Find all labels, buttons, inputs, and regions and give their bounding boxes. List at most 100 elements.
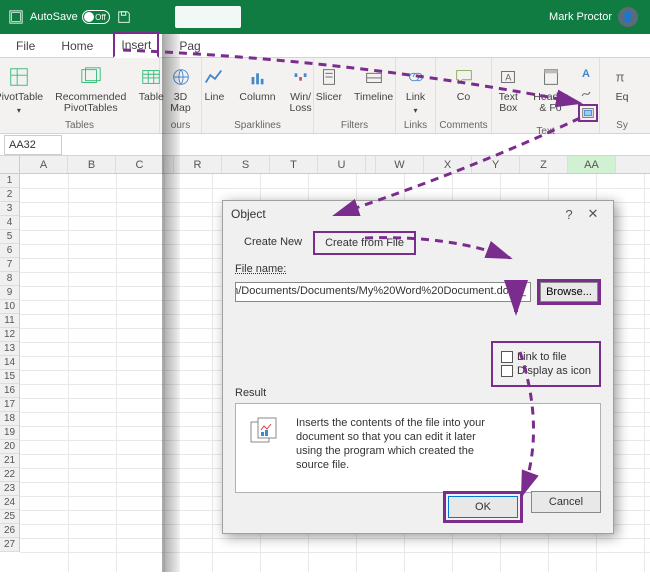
close-button[interactable]: ✕ (581, 206, 605, 222)
link-button[interactable]: Link▾ (399, 62, 433, 118)
result-label: Result (235, 387, 601, 399)
row-header[interactable]: 13 (0, 342, 19, 356)
dialog-title: Object (231, 207, 266, 221)
checkbox-icon (501, 365, 513, 377)
wordart-icon[interactable]: A (578, 64, 598, 82)
autosave-toggle[interactable]: AutoSave Off (30, 10, 110, 24)
row-header[interactable]: 1 (0, 174, 19, 188)
row-header[interactable]: 6 (0, 244, 19, 258)
comment-button[interactable]: Co (447, 62, 481, 105)
select-all-corner[interactable] (0, 156, 20, 173)
row-header[interactable]: 3 (0, 202, 19, 216)
signature-icon[interactable] (578, 84, 598, 102)
row-header[interactable]: 19 (0, 426, 19, 440)
row-header[interactable]: 18 (0, 412, 19, 426)
row-header[interactable]: 8 (0, 272, 19, 286)
recommended-pivottables-button[interactable]: Recommended PivotTables (51, 62, 130, 116)
slicer-button[interactable]: Slicer (312, 62, 346, 105)
column-header[interactable]: S (222, 156, 270, 173)
object-button[interactable] (578, 104, 598, 122)
tab-insert[interactable]: Insert (113, 32, 159, 58)
row-header[interactable]: 21 (0, 454, 19, 468)
comment-icon (451, 64, 477, 90)
equation-button[interactable]: πEq (605, 62, 639, 105)
filename-label: File name: (235, 263, 601, 275)
equation-icon: π (609, 64, 635, 90)
filename-input[interactable]: _com/Documents/Documents/My%20Word%20Doc… (235, 282, 531, 302)
svg-text:π: π (616, 70, 625, 85)
column-header[interactable] (366, 156, 376, 173)
row-header[interactable]: 7 (0, 258, 19, 272)
sparkline-line-button[interactable]: Line (197, 62, 231, 105)
row-header[interactable]: 25 (0, 510, 19, 524)
line-icon (201, 64, 227, 90)
row-header[interactable]: 9 (0, 286, 19, 300)
row-header[interactable]: 17 (0, 398, 19, 412)
row-header[interactable]: 27 (0, 538, 19, 552)
column-header[interactable]: X (424, 156, 472, 173)
row-header[interactable]: 4 (0, 216, 19, 230)
column-header[interactable]: A (20, 156, 68, 173)
avatar: 👤 (618, 7, 638, 27)
row-header[interactable]: 24 (0, 496, 19, 510)
row-header[interactable]: 22 (0, 468, 19, 482)
dialog-titlebar[interactable]: Object ? ✕ (223, 201, 613, 227)
column-header[interactable]: Y (472, 156, 520, 173)
display-as-icon-checkbox[interactable]: Display as icon (501, 365, 591, 377)
user-account[interactable]: Mark Proctor 👤 (549, 7, 638, 27)
3dmap-button[interactable]: 3D Map (164, 62, 198, 116)
row-header[interactable]: 16 (0, 384, 19, 398)
tab-home[interactable]: Home (55, 35, 99, 57)
recommended-pivot-icon (78, 64, 104, 90)
link-to-file-checkbox[interactable]: Link to file (501, 351, 591, 363)
row-header[interactable]: 2 (0, 188, 19, 202)
textbox-icon: A (495, 64, 521, 90)
row-header[interactable]: 5 (0, 230, 19, 244)
row-header[interactable]: 14 (0, 356, 19, 370)
search-input[interactable] (175, 6, 241, 28)
tab-create-from-file[interactable]: Create from File (313, 231, 416, 255)
column-header[interactable]: C (116, 156, 164, 173)
column-header[interactable]: W (376, 156, 424, 173)
timeline-button[interactable]: Timeline (350, 62, 397, 105)
cancel-button[interactable]: Cancel (531, 491, 601, 513)
textbox-button[interactable]: AText Box (491, 62, 525, 116)
result-preview: Inserts the contents of the file into yo… (235, 403, 601, 493)
row-header[interactable]: 15 (0, 370, 19, 384)
column-header[interactable]: U (318, 156, 366, 173)
sparkline-column-button[interactable]: Column (235, 62, 279, 105)
options-group: Link to file Display as icon (491, 341, 601, 387)
pivottable-icon (6, 64, 32, 90)
checkbox-icon (501, 351, 513, 363)
column-header[interactable]: R (174, 156, 222, 173)
row-header[interactable]: 11 (0, 314, 19, 328)
browse-button[interactable]: Browse... (540, 282, 598, 302)
group-tables-label: Tables (65, 120, 94, 131)
ok-button[interactable]: OK (448, 496, 518, 518)
column-header[interactable]: Z (520, 156, 568, 173)
save-icon[interactable] (116, 9, 132, 25)
column-header[interactable] (164, 156, 174, 173)
row-header[interactable]: 12 (0, 328, 19, 342)
pivottable-button[interactable]: PivotTable▾ (0, 62, 47, 118)
timeline-icon (361, 64, 387, 90)
column-headers: ABCRSTUWXYZAA (0, 156, 650, 174)
row-header[interactable]: 23 (0, 482, 19, 496)
column-header[interactable]: T (270, 156, 318, 173)
svg-text:A: A (506, 73, 513, 83)
user-name: Mark Proctor (549, 11, 612, 23)
row-header[interactable]: 10 (0, 300, 19, 314)
tab-create-new[interactable]: Create New (233, 231, 313, 255)
row-header[interactable]: 20 (0, 440, 19, 454)
row-header[interactable]: 26 (0, 524, 19, 538)
tab-page-layout[interactable]: Pag (173, 35, 206, 57)
name-box[interactable] (4, 135, 62, 155)
column-header[interactable]: B (68, 156, 116, 173)
link-icon (403, 64, 429, 90)
help-button[interactable]: ? (557, 207, 581, 222)
column-header[interactable]: AA (568, 156, 616, 173)
row-headers: 1234567891011121314151617181920212223242… (0, 174, 20, 552)
header-footer-button[interactable]: Header & Fo (529, 62, 571, 116)
ribbon-tabs: File Home Insert Pag (0, 34, 650, 58)
tab-file[interactable]: File (10, 35, 41, 57)
